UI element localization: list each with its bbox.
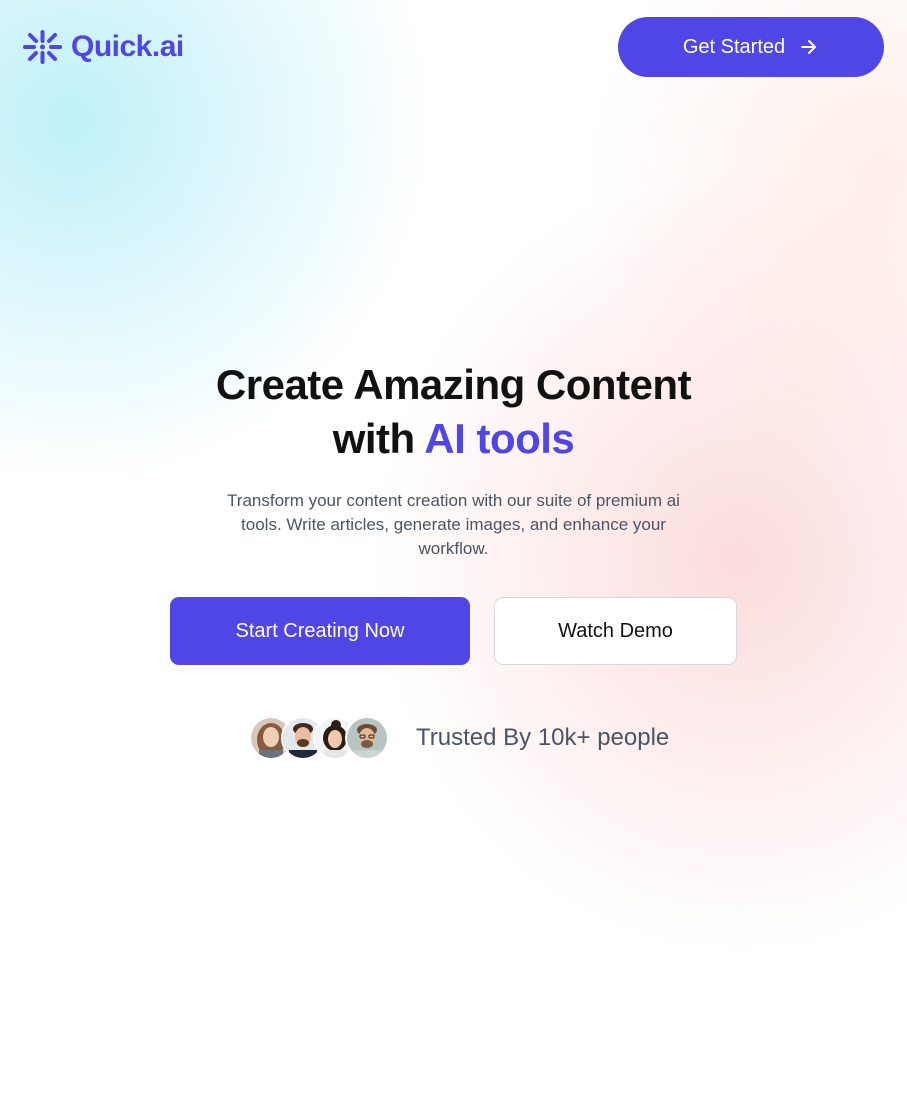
brand-name: Quick.ai bbox=[71, 30, 184, 63]
hero-subtitle: Transform your content creation with our… bbox=[227, 491, 680, 558]
start-creating-button[interactable]: Start Creating Now bbox=[170, 597, 470, 665]
arrow-right-icon bbox=[801, 40, 817, 54]
site-header: Quick.ai Get Started bbox=[0, 0, 907, 95]
hero-title-accent: AI tools bbox=[424, 415, 575, 462]
logo[interactable]: Quick.ai bbox=[22, 29, 184, 65]
avatar-group bbox=[249, 716, 391, 760]
sparkle-logo-icon bbox=[23, 30, 62, 64]
hero-title-prefix: with bbox=[332, 415, 425, 462]
avatar-4 bbox=[345, 716, 389, 760]
get-started-button[interactable]: Get Started bbox=[618, 17, 884, 77]
trust-text: Trusted By 10k+ people bbox=[416, 724, 670, 751]
get-started-label: Get Started bbox=[682, 35, 786, 58]
hero-title: Create Amazing Content with AI tools bbox=[0, 358, 907, 466]
hero-title-line1: Create Amazing Content bbox=[215, 361, 692, 408]
watch-demo-button[interactable]: Watch Demo bbox=[494, 597, 737, 665]
